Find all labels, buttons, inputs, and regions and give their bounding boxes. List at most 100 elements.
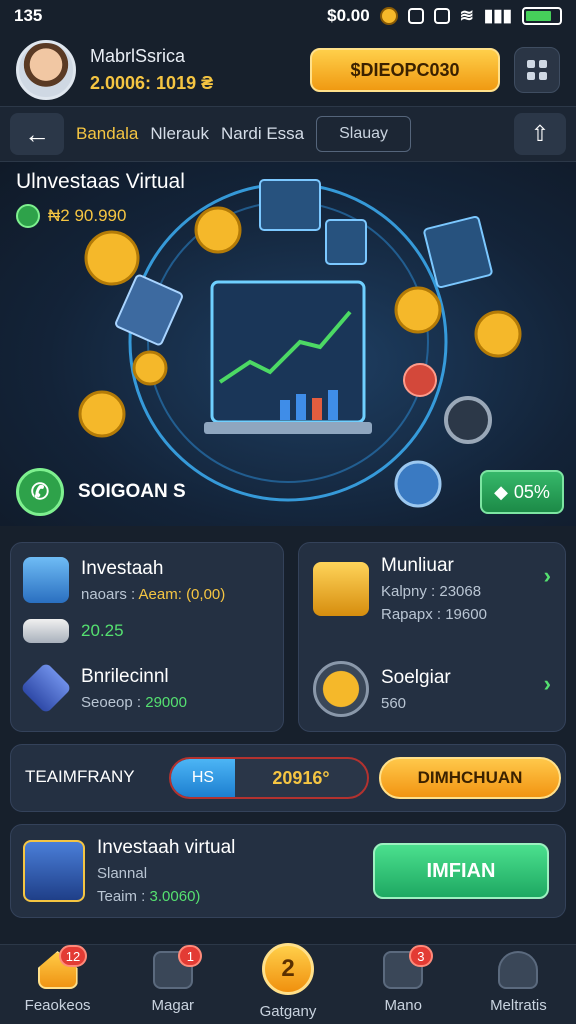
card-row: Investaah naoars : Aeam: (0,00) xyxy=(23,557,225,603)
share-icon: ⇧ xyxy=(530,121,550,146)
card-detail: Teaim : 3.0060) xyxy=(97,888,201,905)
invest-button-label: IMFIAN xyxy=(426,859,496,882)
investment-card[interactable]: Investaah naoars : Aeam: (0,00) 20.25 Bn… xyxy=(10,542,284,732)
hero-call-button[interactable]: ✆ SOIGOAN S xyxy=(16,468,186,516)
profile-name: MabrlSsrica xyxy=(90,46,186,66)
gear-icon xyxy=(132,350,168,386)
nav-bar: ← Bandala Nlerauk Nardi Essa Slauay ⇧ xyxy=(0,106,576,162)
action-button-label: DIMHCHUAN xyxy=(417,768,523,787)
building-icon xyxy=(23,557,69,603)
hero-balance: ₦2 90.990 xyxy=(16,204,126,228)
notification-badge: 3 xyxy=(408,945,433,967)
deposit-button[interactable]: $DIEOPC030 xyxy=(310,48,500,92)
notification-badge: 12 xyxy=(58,945,88,967)
hero-banner: Ulnvestaas Virtual ₦2 90.990 ✆ SOIGOAN S… xyxy=(0,162,576,526)
card-title: Investaah virtual xyxy=(97,837,236,858)
card-title: Soelgiar xyxy=(381,666,451,688)
coin-icon xyxy=(194,206,242,254)
nav-label: Feaokeos xyxy=(24,997,91,1014)
tab-1[interactable]: Nlerauk xyxy=(150,124,209,144)
tab-2[interactable]: Nardi Essa xyxy=(221,124,304,144)
nav-label: Mano xyxy=(384,997,422,1014)
coin-icon xyxy=(394,286,442,334)
battery-icon xyxy=(522,7,562,25)
hero-call-label: SOIGOAN S xyxy=(78,481,186,502)
gear-coin-icon xyxy=(394,460,442,508)
coin-icon xyxy=(78,390,126,438)
profile-info: MabrlSsrica 2.0006: 1019 ₴ xyxy=(90,46,213,94)
profile-balance: 2.0006: 1019 ₴ xyxy=(90,73,214,93)
percent-button[interactable]: ◆ 05% xyxy=(480,470,564,514)
savings-card[interactable]: Munliuar Kalpny : 23068 Rapapx : 19600 ›… xyxy=(298,542,566,732)
dollar-icon xyxy=(313,661,369,717)
card-line: Slannal xyxy=(97,865,148,882)
bottom-nav: 12 Feaokeos 1 Magar 2 Gatgany 3 Mano Mel… xyxy=(0,943,576,1024)
card-row: Munliuar Kalpny : 23068 Rapapx : 19600 xyxy=(313,555,487,623)
grid-icon xyxy=(527,60,547,80)
card-row: Bnrilecinnl Seoeop : 29000 xyxy=(19,661,187,715)
card-value: 560 xyxy=(381,694,407,712)
coin-icon xyxy=(379,7,398,25)
nav-label: Gatgany xyxy=(259,1003,317,1020)
status-icons: $0.00 ≋ ▮▮▮ xyxy=(327,6,562,26)
avatar[interactable] xyxy=(16,40,76,100)
profile-card-icon xyxy=(325,219,367,265)
amount-pill[interactable]: HS 20916° xyxy=(169,757,369,799)
center-coin-icon: 2 xyxy=(262,943,314,995)
card-title: Munliuar xyxy=(381,555,454,576)
action-bar: TEAIMFRANY HS 20916° DIMHCHUAN xyxy=(10,744,566,812)
status-balance: $0.00 xyxy=(327,6,370,25)
card-line: Rapapx : 19600 xyxy=(381,606,487,623)
card-value: 20.25 xyxy=(81,621,124,640)
nav-label: Meltratis xyxy=(490,997,547,1014)
shield-icon xyxy=(19,661,73,715)
nav-item-messages[interactable]: 3 Mano xyxy=(346,945,461,1024)
phone-icon: ✆ xyxy=(16,468,64,516)
alarm-icon xyxy=(407,8,424,24)
card-row: Soelgiar 560 xyxy=(313,661,451,717)
nav-item-center[interactable]: 2 Gatgany xyxy=(230,943,345,1024)
card-row: 20.25 xyxy=(23,619,124,643)
percent-label: 05% xyxy=(513,481,550,502)
diamond-icon: ◆ xyxy=(494,481,508,502)
invest-button[interactable]: IMFIAN xyxy=(373,843,549,899)
hero-title: Ulnvestaas Virtual xyxy=(16,170,185,193)
card-icon xyxy=(115,274,183,346)
action-label: TEAIMFRANY xyxy=(25,767,135,786)
nav-item-bag[interactable]: 1 Magar xyxy=(115,945,230,1024)
back-button[interactable]: ← xyxy=(10,113,64,155)
stack-icon xyxy=(313,562,369,616)
chevron-right-icon[interactable]: › xyxy=(544,671,551,697)
nav-label: Magar xyxy=(151,997,195,1014)
action-button[interactable]: DIMHCHUAN xyxy=(379,757,561,799)
card-title: Investaah xyxy=(81,557,164,579)
coin-icon xyxy=(84,230,140,286)
menu-grid-button[interactable] xyxy=(514,47,560,93)
share-button[interactable]: ⇧ xyxy=(514,113,566,155)
dashboard-icon xyxy=(259,179,321,231)
document-icon xyxy=(423,215,493,289)
profile-header: MabrlSsrica 2.0006: 1019 ₴ $DIEOPC030 xyxy=(0,32,576,108)
pill-value: 20916° xyxy=(272,767,330,788)
pill-left: HS xyxy=(171,759,235,797)
virtual-investment-card: Investaah virtual Slannal Teaim : 3.0060… xyxy=(10,824,566,918)
card-title: Bnrilecinnl xyxy=(81,665,169,687)
check-icon xyxy=(16,204,40,228)
card-line: Kalpny : 23068 xyxy=(381,583,482,600)
notification-badge: 1 xyxy=(178,945,203,967)
target-icon xyxy=(403,363,437,397)
chevron-right-icon[interactable]: › xyxy=(544,563,551,589)
status-time: 135 xyxy=(14,6,43,25)
nav-item-profile[interactable]: Meltratis xyxy=(461,945,576,1024)
nav-item-home[interactable]: 12 Feaokeos xyxy=(0,945,115,1024)
person-icon xyxy=(498,951,539,989)
tab-box[interactable]: Slauay xyxy=(316,116,412,152)
notification-icon xyxy=(433,8,450,24)
hero-balance-value: ₦2 90.990 xyxy=(48,206,127,225)
search-coin-icon xyxy=(474,310,522,358)
phone-chart-icon xyxy=(23,840,85,902)
deposit-button-label: $DIEOPC030 xyxy=(350,59,460,80)
signal-icon: ▮▮▮ xyxy=(483,6,512,25)
tab-0[interactable]: Bandala xyxy=(76,124,138,144)
refresh-icon xyxy=(444,396,492,444)
